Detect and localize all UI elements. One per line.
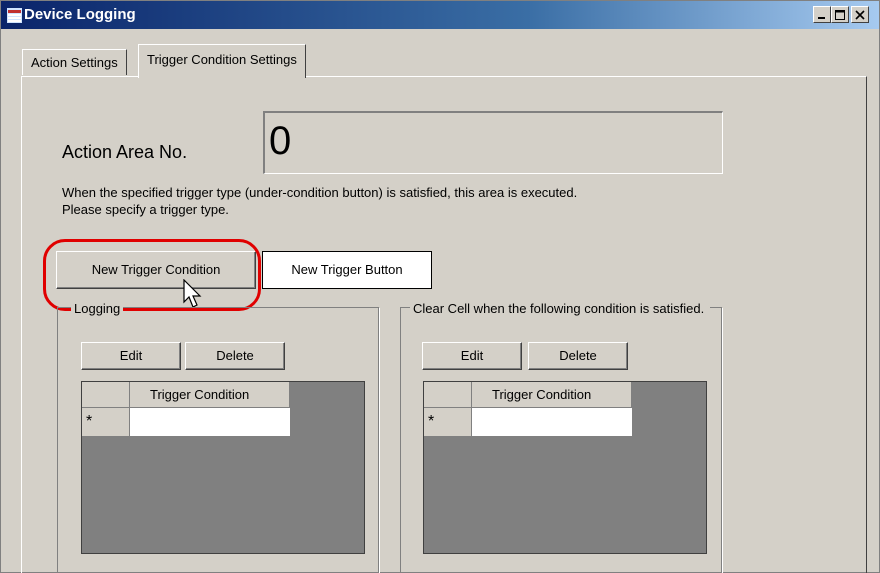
logging-trigger-grid: Trigger Condition * xyxy=(81,381,365,554)
description-line-2: Please specify a trigger type. xyxy=(62,202,229,217)
tab-trigger-condition-settings[interactable]: Trigger Condition Settings xyxy=(138,44,306,78)
grid-column-header[interactable]: Trigger Condition xyxy=(130,382,290,408)
close-button[interactable] xyxy=(851,6,869,23)
title-bar[interactable]: Device Logging xyxy=(1,1,879,29)
close-icon xyxy=(855,9,865,20)
device-logging-window: Device Logging Action Settings Trigger C… xyxy=(0,0,880,573)
clear-trigger-grid: Trigger Condition * xyxy=(423,381,707,554)
logging-delete-button[interactable]: Delete xyxy=(185,342,285,370)
logging-group-title: Logging xyxy=(71,301,124,316)
tab-action-settings[interactable]: Action Settings xyxy=(22,49,127,75)
new-row-marker: * xyxy=(424,408,472,436)
minimize-button[interactable] xyxy=(813,6,831,23)
maximize-icon xyxy=(835,9,845,20)
action-area-label: Action Area No. xyxy=(62,142,188,162)
app-icon xyxy=(7,8,22,23)
grid-corner-header xyxy=(424,382,472,408)
grid-corner-header xyxy=(82,382,130,408)
new-trigger-button[interactable]: New Trigger Button xyxy=(262,251,432,289)
maximize-button[interactable] xyxy=(831,6,849,23)
description-line-1: When the specified trigger type (under-c… xyxy=(62,185,578,200)
new-row-marker: * xyxy=(82,408,130,436)
clear-edit-button[interactable]: Edit xyxy=(422,342,522,370)
logging-edit-button[interactable]: Edit xyxy=(81,342,181,370)
minimize-icon xyxy=(818,16,825,19)
grid-cell[interactable] xyxy=(472,408,632,436)
action-area-value: 0 xyxy=(269,119,292,163)
action-area-display: 0 xyxy=(263,111,723,174)
window-title: Device Logging xyxy=(24,6,136,23)
clear-cell-group-title: Clear Cell when the following condition … xyxy=(410,301,710,316)
grid-column-header[interactable]: Trigger Condition xyxy=(472,382,632,408)
grid-cell[interactable] xyxy=(130,408,290,436)
clear-delete-button[interactable]: Delete xyxy=(528,342,628,370)
tab-bar: Action Settings Trigger Condition Settin… xyxy=(1,29,879,78)
